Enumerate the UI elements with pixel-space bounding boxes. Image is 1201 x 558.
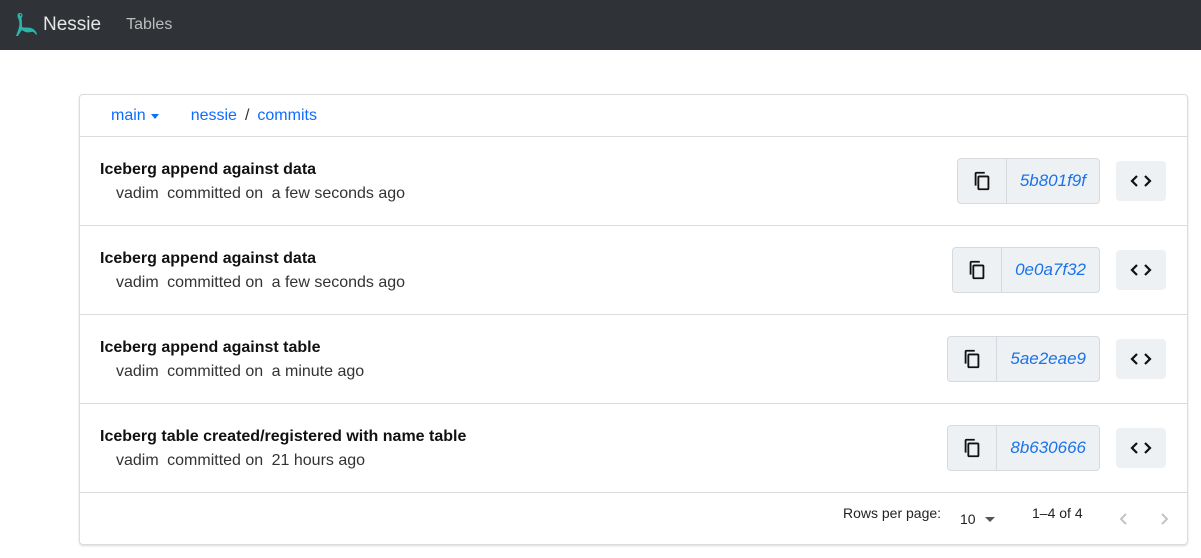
commit-action: committed on [167, 185, 264, 202]
brand[interactable]: Nessie [14, 11, 101, 39]
commit-meta: vadim committed on 21 hours ago [116, 452, 369, 470]
copy-hash-button[interactable] [953, 248, 1003, 292]
commit-meta: vadim committed on a few seconds ago [116, 185, 409, 203]
pagination-footer: Rows per page: 10 1–4 of 4 [80, 493, 1187, 545]
commit-row: Iceberg append against data vadim commit… [80, 226, 1187, 315]
nessie-logo-icon [16, 12, 37, 36]
commit-time: a few seconds ago [271, 274, 406, 291]
commit-time: 21 hours ago [271, 452, 366, 469]
commit-hash-link[interactable]: 8b630666 [997, 426, 1099, 470]
branch-dropdown[interactable]: main [111, 107, 159, 125]
commit-row: Iceberg table created/registered with na… [80, 404, 1187, 493]
commit-action: committed on [167, 452, 264, 469]
commit-hash-link[interactable]: 0e0a7f32 [1002, 248, 1099, 292]
code-icon [1130, 353, 1152, 365]
commit-author: vadim [116, 274, 159, 291]
commit-meta: vadim committed on a minute ago [116, 363, 368, 381]
browse-code-button[interactable] [1116, 339, 1166, 379]
code-icon [1130, 442, 1152, 454]
commit-hash-group: 5b801f9f [956, 158, 1100, 204]
breadcrumb-separator: / [244, 106, 250, 124]
rows-per-page-select[interactable]: 10 [960, 511, 995, 527]
commit-row: Iceberg append against table vadim commi… [80, 315, 1187, 404]
commit-hash-link[interactable]: 5b801f9f [1007, 159, 1099, 203]
commit-author: vadim [116, 185, 159, 202]
card-header: main nessie / commits [80, 95, 1187, 137]
commit-hash-link[interactable]: 5ae2eae9 [997, 337, 1099, 381]
copy-hash-button[interactable] [948, 337, 998, 381]
commit-hash-group: 8b630666 [947, 425, 1100, 471]
chevron-left-icon [1119, 513, 1127, 525]
commit-author: vadim [116, 363, 159, 380]
browse-code-button[interactable] [1116, 161, 1166, 201]
copy-icon [965, 349, 980, 369]
copy-hash-button[interactable] [948, 426, 998, 470]
commit-row: Iceberg append against data vadim commit… [80, 137, 1187, 226]
commit-author: vadim [116, 452, 159, 469]
commit-title[interactable]: Iceberg table created/registered with na… [100, 428, 466, 446]
top-navbar: Nessie Tables [0, 0, 1201, 50]
commit-title[interactable]: Iceberg append against data [100, 161, 316, 179]
browse-code-button[interactable] [1116, 250, 1166, 290]
commits-card: main nessie / commits Iceberg append aga… [79, 94, 1188, 545]
commit-action: committed on [167, 363, 264, 380]
caret-down-icon [984, 516, 995, 522]
copy-icon [969, 260, 985, 280]
copy-hash-button[interactable] [958, 159, 1007, 203]
commit-time: a few seconds ago [271, 185, 406, 202]
code-icon [1130, 175, 1152, 187]
commit-title[interactable]: Iceberg append against table [100, 339, 321, 357]
rows-per-page-value: 10 [960, 511, 976, 527]
copy-icon [974, 171, 990, 191]
nav-link-tables[interactable]: Tables [126, 16, 172, 34]
chevron-right-icon [1161, 513, 1169, 525]
breadcrumb-commits[interactable]: commits [257, 107, 317, 125]
commit-hash-group: 5ae2eae9 [947, 336, 1100, 382]
pagination-range: 1–4 of 4 [1032, 505, 1083, 521]
caret-down-icon [150, 113, 159, 119]
previous-page-button[interactable] [1112, 507, 1136, 531]
branch-label: main [111, 106, 146, 124]
commit-list: Iceberg append against data vadim commit… [80, 137, 1187, 493]
brand-name: Nessie [43, 14, 102, 35]
commit-meta: vadim committed on a few seconds ago [116, 274, 409, 292]
commit-time: a minute ago [271, 363, 365, 380]
browse-code-button[interactable] [1116, 428, 1166, 468]
commit-action: committed on [167, 274, 264, 291]
rows-per-page-label: Rows per page: [843, 505, 942, 521]
commit-hash-group: 0e0a7f32 [952, 247, 1100, 293]
next-page-button[interactable] [1152, 507, 1176, 531]
code-icon [1130, 264, 1152, 276]
copy-icon [965, 438, 980, 458]
commit-title[interactable]: Iceberg append against data [100, 250, 316, 268]
breadcrumb-nessie[interactable]: nessie [191, 107, 237, 125]
